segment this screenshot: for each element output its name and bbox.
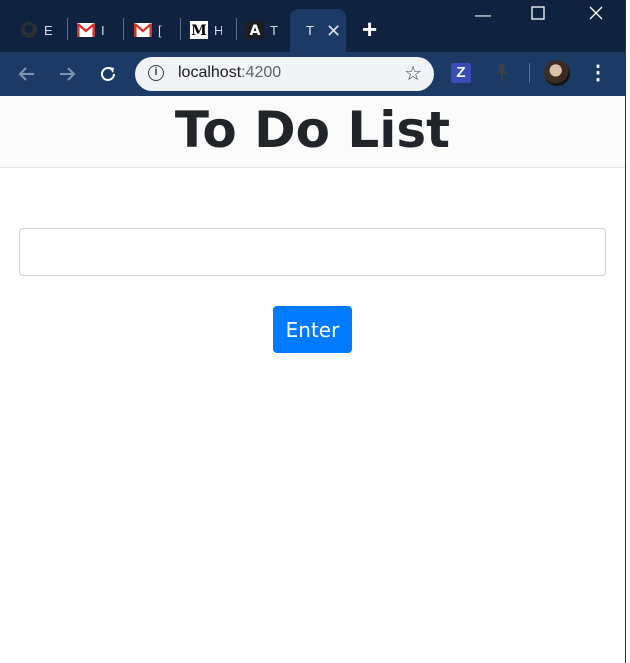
kebab-menu-icon[interactable]: ⋮ — [588, 62, 608, 84]
extension-pin-icon[interactable] — [493, 62, 511, 82]
medium-icon: M — [190, 21, 208, 39]
todo-input[interactable] — [19, 228, 606, 276]
tab-separator — [236, 18, 237, 40]
minimize-button[interactable]: — — [460, 6, 506, 30]
url-port: :4200 — [241, 64, 282, 81]
profile-avatar[interactable] — [544, 60, 570, 86]
svg-text:M: M — [191, 23, 207, 39]
tab-medium[interactable]: M H — [190, 12, 222, 48]
url-host: localhost — [178, 64, 242, 81]
tab-strip: E I [ M H A T T ✕ + — — [0, 0, 625, 52]
tab-title: [ — [158, 22, 162, 38]
tab-title: H — [214, 22, 222, 38]
tab-title: T — [270, 22, 278, 38]
gmail-icon — [77, 21, 95, 39]
tab-gmail-2[interactable]: [ — [134, 12, 166, 48]
tab-github[interactable]: E — [20, 12, 52, 48]
tab-separator — [123, 18, 124, 40]
window-edge — [625, 0, 630, 663]
toolbar-separator — [529, 63, 530, 83]
back-arrow-icon[interactable] — [13, 60, 41, 88]
info-icon[interactable]: i — [148, 65, 164, 81]
gmail-icon — [134, 21, 152, 39]
bookmark-star-icon[interactable]: ☆ — [404, 61, 422, 86]
reload-icon[interactable] — [94, 60, 122, 88]
close-icon — [589, 6, 603, 20]
browser-window: E I [ M H A T T ✕ + — i localhost:4200 ☆… — [0, 0, 625, 663]
tab-title: T — [306, 23, 314, 38]
new-tab-button[interactable]: + — [362, 16, 377, 42]
page-title: To Do List — [174, 101, 451, 159]
enter-button[interactable]: Enter — [273, 306, 352, 353]
tab-gmail-1[interactable]: I — [77, 12, 109, 48]
close-window-button[interactable] — [573, 6, 619, 30]
tab-separator — [67, 18, 68, 40]
close-tab-icon[interactable]: ✕ — [326, 22, 341, 40]
tab-title: I — [101, 22, 105, 38]
tab-separator — [180, 18, 181, 40]
address-bar[interactable]: i localhost:4200 ☆ — [135, 57, 434, 91]
maximize-icon — [531, 6, 545, 20]
maximize-button[interactable] — [515, 6, 561, 30]
tab-title: E — [44, 22, 52, 38]
extension-z-icon[interactable]: Z — [451, 63, 471, 83]
tab-active[interactable]: T ✕ — [290, 9, 346, 52]
page-header: To Do List — [0, 96, 625, 168]
github-icon — [20, 21, 38, 39]
forward-arrow-icon[interactable] — [53, 60, 81, 88]
a-logo-icon: A — [246, 21, 264, 39]
svg-text:A: A — [250, 23, 261, 39]
url-text[interactable]: localhost:4200 — [178, 64, 281, 82]
tab-a[interactable]: A T — [246, 12, 278, 48]
